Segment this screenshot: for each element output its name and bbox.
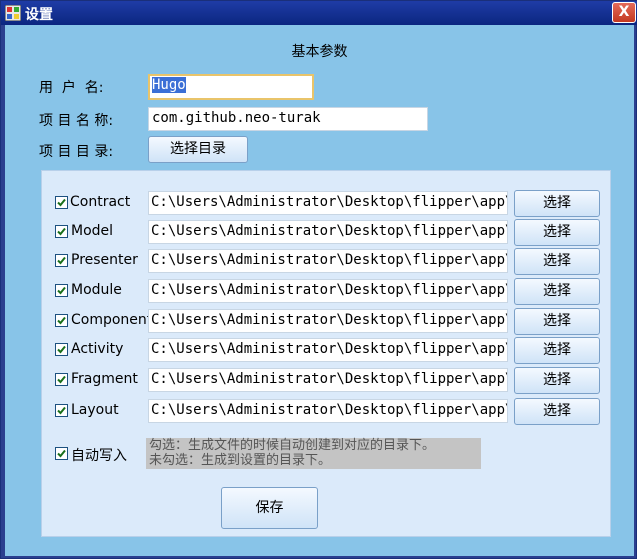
module-checkbox[interactable] xyxy=(55,373,68,386)
module-checkbox[interactable] xyxy=(55,196,68,209)
module-label: Activity xyxy=(71,341,124,357)
module-path-input[interactable]: C:\Users\Administrator\Desktop\flipper\a… xyxy=(148,220,508,244)
module-choose-button[interactable]: 选择 xyxy=(514,248,600,275)
check-icon xyxy=(57,227,66,236)
project-name-label: 项 目 名 称: xyxy=(39,113,114,129)
check-icon xyxy=(57,406,66,415)
auto-write-label: 自动写入 xyxy=(71,448,127,464)
module-label: Model xyxy=(71,223,114,239)
module-label: Layout xyxy=(71,402,119,418)
module-path-input[interactable]: C:\Users\Administrator\Desktop\flipper\a… xyxy=(148,309,508,333)
app-icon xyxy=(5,5,21,21)
auto-write-hint: 勾选：生成文件的时候自动创建到对应的目录下。 未勾选：生成到设置的目录下。 xyxy=(146,438,481,469)
module-choose-button[interactable]: 选择 xyxy=(514,278,600,305)
project-dir-label: 项 目 目 录: xyxy=(39,144,114,160)
window-title: 设置 xyxy=(25,7,53,23)
title-bar[interactable]: 设置 X xyxy=(1,1,637,25)
module-checkbox[interactable] xyxy=(55,314,68,327)
module-group: Contract C:\Users\Administrator\Desktop\f… xyxy=(41,170,611,537)
module-choose-button[interactable]: 选择 xyxy=(514,337,600,364)
username-input[interactable]: Hugo xyxy=(148,74,314,100)
module-checkbox[interactable] xyxy=(55,254,68,267)
hint-line-2: 未勾选：生成到设置的目录下。 xyxy=(149,453,332,468)
module-choose-button[interactable]: 选择 xyxy=(514,367,600,394)
module-label: Fragment xyxy=(71,371,138,387)
module-path-input[interactable]: C:\Users\Administrator\Desktop\flipper\a… xyxy=(148,338,508,362)
module-checkbox[interactable] xyxy=(55,284,68,297)
module-choose-button[interactable]: 选择 xyxy=(514,190,600,217)
hint-line-1: 勾选：生成文件的时候自动创建到对应的目录下。 xyxy=(149,438,436,453)
check-icon xyxy=(57,286,66,295)
module-label: Module xyxy=(71,282,122,298)
module-label: Contract xyxy=(70,194,131,210)
choose-dir-button[interactable]: 选择目录 xyxy=(148,136,248,163)
module-path-input[interactable]: C:\Users\Administrator\Desktop\flipper\a… xyxy=(148,191,508,215)
section-title: 基本参数 xyxy=(291,44,348,60)
module-path-input[interactable]: C:\Users\Administrator\Desktop\flipper\a… xyxy=(148,279,508,303)
module-checkbox[interactable] xyxy=(55,343,68,356)
username-value: Hugo xyxy=(152,77,186,93)
module-checkbox[interactable] xyxy=(55,404,68,417)
check-icon xyxy=(57,316,66,325)
project-name-input[interactable]: com.github.neo-turak xyxy=(148,107,428,131)
check-icon xyxy=(57,198,66,207)
save-button[interactable]: 保存 xyxy=(221,487,318,529)
check-icon xyxy=(57,345,66,354)
module-path-input[interactable]: C:\Users\Administrator\Desktop\flipper\a… xyxy=(148,249,508,273)
check-icon xyxy=(57,449,66,458)
settings-window: 设置 X 基本参数 用 户 名: Hugo 项 目 名 称: com.githu… xyxy=(0,0,637,559)
module-choose-button[interactable]: 选择 xyxy=(514,308,600,335)
module-path-input[interactable]: C:\Users\Administrator\Desktop\flipper\a… xyxy=(148,368,508,392)
module-path-input[interactable]: C:\Users\Administrator\Desktop\flipper\a… xyxy=(148,399,508,423)
username-label: 用 户 名: xyxy=(39,80,104,96)
auto-write-checkbox[interactable] xyxy=(55,447,68,460)
module-label: Component xyxy=(71,312,153,328)
module-checkbox[interactable] xyxy=(55,225,68,238)
check-icon xyxy=(57,375,66,384)
close-button[interactable]: X xyxy=(612,2,636,23)
client-area: 基本参数 用 户 名: Hugo 项 目 名 称: com.github.neo… xyxy=(5,25,634,556)
module-choose-button[interactable]: 选择 xyxy=(514,398,600,425)
module-choose-button[interactable]: 选择 xyxy=(514,219,600,246)
module-label: Presenter xyxy=(71,252,138,268)
check-icon xyxy=(57,256,66,265)
